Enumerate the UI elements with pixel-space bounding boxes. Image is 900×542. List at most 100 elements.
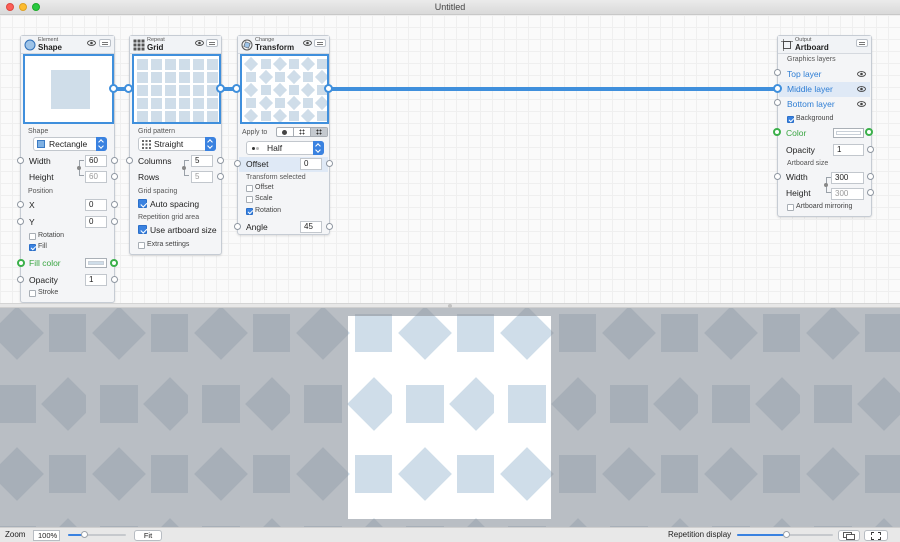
link-lock-icon[interactable]	[77, 166, 81, 170]
artboard-mirroring-checkbox[interactable]	[787, 204, 794, 211]
grid-node-header[interactable]: Repeat Grid	[130, 36, 221, 54]
visibility-eye-icon[interactable]	[857, 86, 866, 92]
fill-checkbox[interactable]	[29, 244, 36, 251]
layer-row-middle[interactable]: Middle layer	[779, 82, 870, 97]
repetition-display-slider[interactable]	[737, 531, 833, 538]
visibility-eye-icon[interactable]	[303, 40, 312, 46]
columns-input-port[interactable]	[126, 157, 133, 164]
apply-to-half-option[interactable]	[311, 128, 327, 136]
width-field[interactable]: 300	[831, 172, 864, 184]
background-color-swatch[interactable]	[833, 128, 864, 138]
width-output-port[interactable]	[867, 173, 874, 180]
width-input-port[interactable]	[17, 157, 24, 164]
opacity-output-port[interactable]	[111, 276, 118, 283]
angle-input-port[interactable]	[234, 223, 241, 230]
width-output-port[interactable]	[111, 157, 118, 164]
height-output-port[interactable]	[867, 189, 874, 196]
background-checkbox[interactable]	[787, 116, 794, 123]
display-mode-button[interactable]	[838, 530, 860, 541]
shape-type-select[interactable]: Rectangle	[33, 137, 107, 151]
height-output-port[interactable]	[111, 173, 118, 180]
shape-node[interactable]: Element Shape Shape Rectangle Width 60 H…	[17, 35, 118, 303]
fill-color-output-port[interactable]	[110, 259, 118, 267]
fill-color-input-port[interactable]	[17, 259, 25, 267]
transform-output-port[interactable]	[324, 84, 333, 93]
link-lock-icon[interactable]	[182, 166, 186, 170]
transform-node-header[interactable]: Change Transform	[238, 36, 329, 54]
rotation-checkbox[interactable]	[246, 208, 253, 215]
auto-spacing-checkbox[interactable]	[138, 199, 147, 208]
layer-row-top[interactable]: Top layer	[779, 67, 870, 82]
x-field[interactable]: 0	[85, 199, 107, 211]
offset-input-port[interactable]	[234, 160, 241, 167]
height-field[interactable]: 60	[85, 171, 107, 183]
link-lock-icon[interactable]	[824, 183, 828, 187]
node-menu-button[interactable]	[314, 39, 326, 47]
grid-output-port[interactable]	[216, 84, 225, 93]
opacity-output-port[interactable]	[867, 146, 874, 153]
apply-to-segmented-control[interactable]	[276, 127, 328, 137]
y-input-port[interactable]	[17, 218, 24, 225]
scale-checkbox[interactable]	[246, 196, 253, 203]
grid-pattern-select[interactable]: Straight	[138, 137, 216, 151]
opacity-input-port[interactable]	[17, 276, 24, 283]
angle-field[interactable]: 45	[300, 221, 322, 233]
rotation-checkbox[interactable]	[29, 233, 36, 240]
repetition-slider-knob[interactable]	[782, 531, 790, 538]
apply-to-all-option[interactable]	[294, 128, 311, 136]
width-input-port[interactable]	[774, 173, 781, 180]
columns-output-port[interactable]	[217, 157, 224, 164]
zoom-field[interactable]: 100%	[33, 530, 60, 541]
visibility-eye-icon[interactable]	[857, 101, 866, 107]
bottom-layer-port[interactable]	[774, 99, 781, 106]
position-section-label: Position	[28, 188, 53, 195]
x-input-port[interactable]	[17, 201, 24, 208]
extra-settings-checkbox[interactable]	[138, 242, 145, 249]
color-output-port[interactable]	[865, 128, 873, 136]
rows-output-port[interactable]	[217, 173, 224, 180]
transform-input-port[interactable]	[232, 84, 241, 93]
fill-color-swatch[interactable]	[85, 258, 107, 268]
opacity-field[interactable]: 1	[85, 274, 107, 286]
fit-button[interactable]: Fit	[134, 530, 162, 541]
x-output-port[interactable]	[111, 201, 118, 208]
angle-output-port[interactable]	[326, 223, 333, 230]
y-field[interactable]: 0	[85, 216, 107, 228]
stroke-checkbox[interactable]	[29, 290, 36, 297]
height-field[interactable]: 300	[831, 188, 864, 200]
grid-input-port[interactable]	[124, 84, 133, 93]
shape-output-port[interactable]	[109, 84, 118, 93]
rows-field[interactable]: 5	[191, 171, 213, 183]
color-input-port[interactable]	[773, 128, 781, 136]
top-layer-port[interactable]	[774, 69, 781, 76]
zoom-slider[interactable]	[68, 531, 126, 538]
width-field[interactable]: 60	[85, 155, 107, 167]
grid-node[interactable]: Repeat Grid Grid pattern Straight Column…	[126, 35, 224, 255]
columns-field[interactable]: 5	[191, 155, 213, 167]
node-menu-button[interactable]	[99, 39, 111, 47]
connection-transform-artboard[interactable]	[328, 87, 780, 91]
apply-to-single-option[interactable]	[277, 128, 294, 136]
artboard-input-port[interactable]	[773, 84, 782, 93]
opacity-field[interactable]: 1	[833, 144, 864, 156]
offset-field[interactable]: 0	[300, 158, 322, 170]
node-menu-button[interactable]	[856, 39, 868, 47]
layer-row-bottom[interactable]: Bottom layer	[779, 97, 870, 112]
visibility-eye-icon[interactable]	[87, 40, 96, 46]
transform-mode-select[interactable]: Half	[246, 141, 324, 155]
artboard-node[interactable]: Output Artboard Graphics layers Top laye…	[777, 35, 872, 217]
offset-checkbox[interactable]	[246, 185, 253, 192]
visibility-eye-icon[interactable]	[195, 40, 204, 46]
y-output-port[interactable]	[111, 218, 118, 225]
node-editor[interactable]: Element Shape Shape Rectangle Width 60 H…	[0, 15, 900, 303]
visibility-eye-icon[interactable]	[857, 71, 866, 77]
artboard-node-header[interactable]: Output Artboard	[778, 36, 871, 54]
transform-node[interactable]: Change Transform Apply to Half Offset 0 …	[234, 35, 333, 235]
render-preview[interactable]	[0, 308, 900, 527]
zoom-slider-knob[interactable]	[81, 531, 89, 538]
use-artboard-size-checkbox[interactable]	[138, 225, 147, 234]
offset-output-port[interactable]	[326, 160, 333, 167]
fullscreen-button[interactable]	[864, 530, 888, 541]
node-menu-button[interactable]	[206, 39, 218, 47]
shape-node-header[interactable]: Element Shape	[21, 36, 114, 54]
